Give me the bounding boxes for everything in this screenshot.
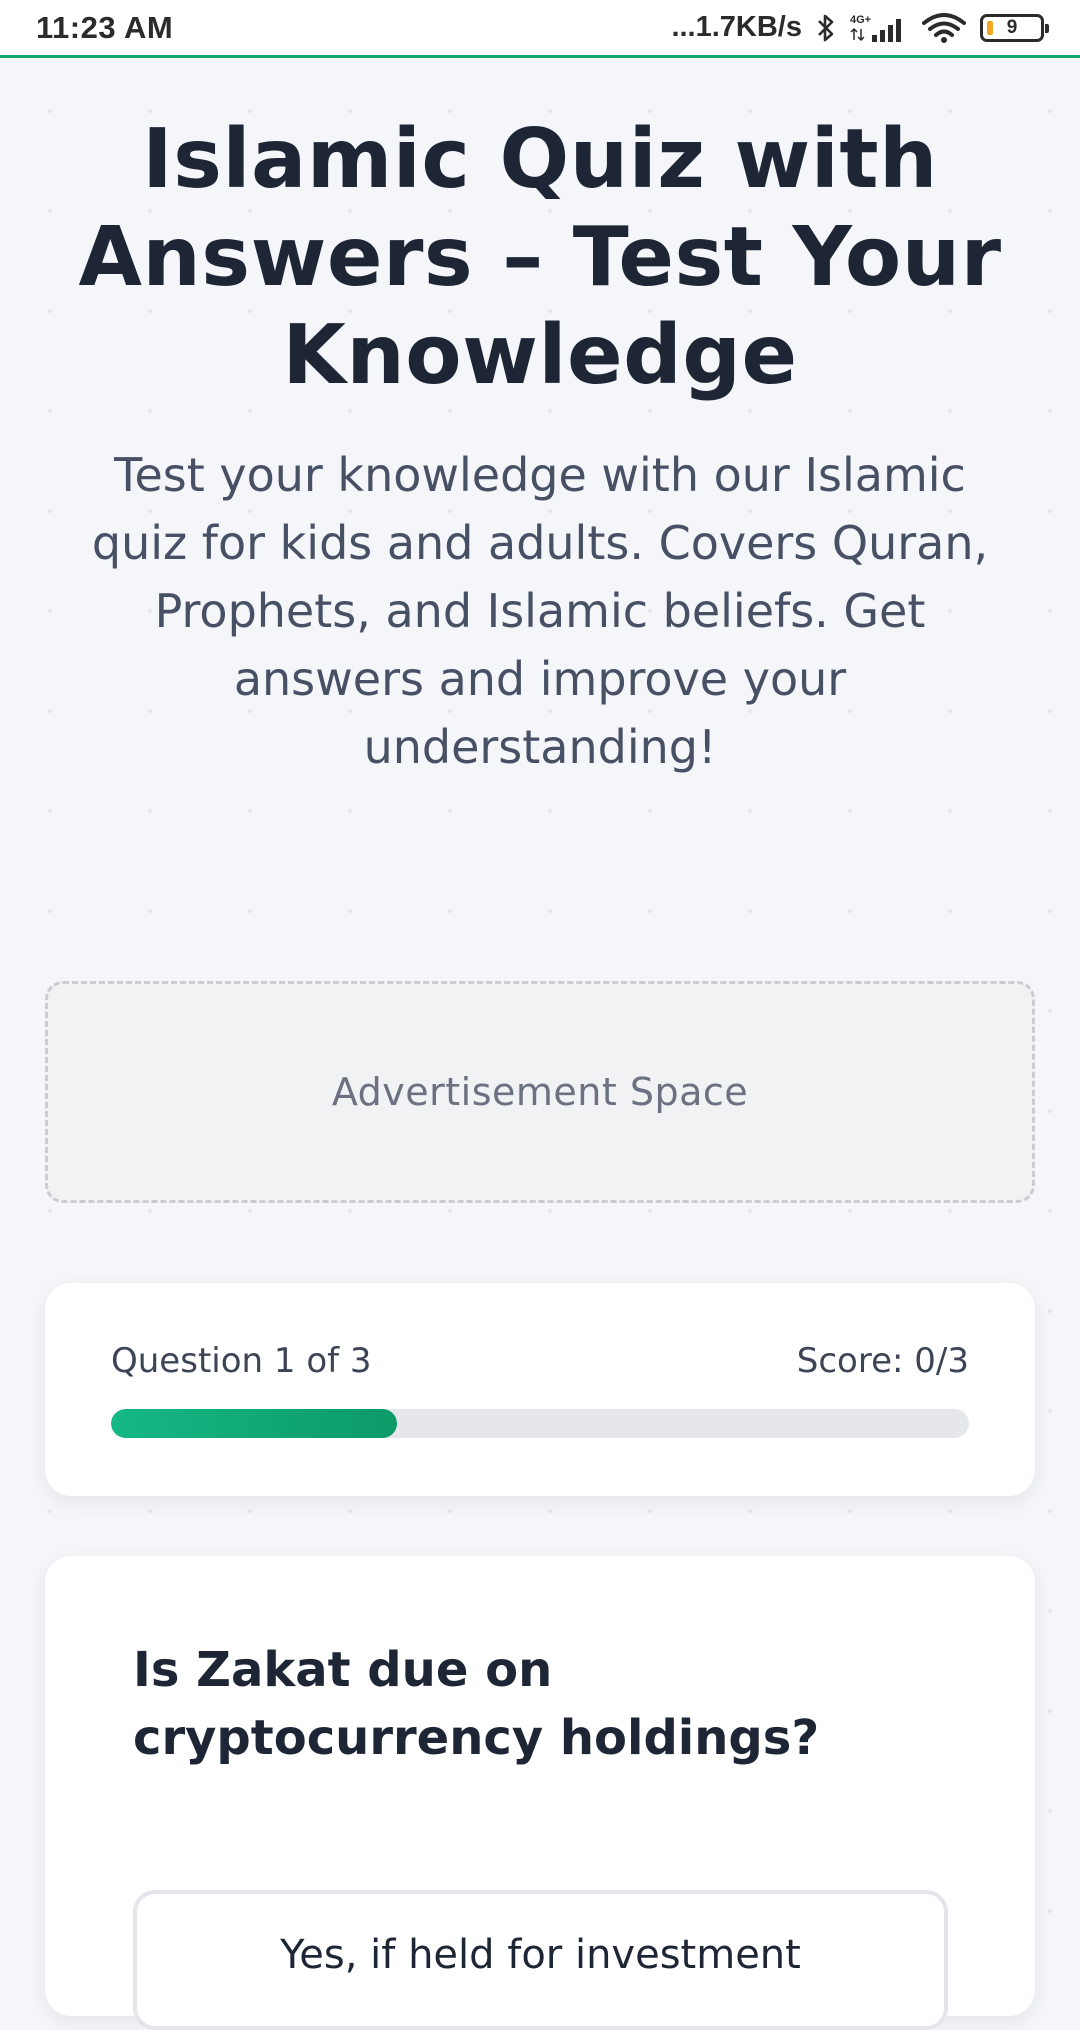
- page-content: Islamic Quiz with Answers – Test Your Kn…: [0, 61, 1080, 2030]
- advertisement-slot[interactable]: Advertisement Space: [45, 981, 1035, 1203]
- network-speed: ...1.7KB/s: [671, 11, 802, 43]
- bluetooth-icon: [816, 13, 836, 43]
- progress-track: [111, 1409, 969, 1438]
- signal-icon: 4G+: [850, 13, 908, 43]
- status-right: ...1.7KB/s 4G+ 9: [671, 11, 1049, 44]
- page-title: Islamic Quiz with Answers – Test Your Kn…: [78, 112, 1002, 403]
- wifi-icon: [922, 12, 966, 43]
- question-card: Is Zakat due on cryptocurrency holdings?…: [45, 1556, 1035, 2030]
- score-counter: Score: 0/3: [796, 1341, 969, 1381]
- status-time: 11:23 AM: [36, 9, 174, 45]
- answer-option-label: Yes, if held for investment: [280, 1932, 801, 1978]
- question-counter: Question 1 of 3: [111, 1341, 372, 1381]
- battery-icon: 9: [980, 13, 1049, 42]
- progress-fill: [111, 1409, 397, 1438]
- status-bar: 11:23 AM ...1.7KB/s 4G+ 9: [0, 0, 1080, 58]
- question-text: Is Zakat due on cryptocurrency holdings?: [133, 1642, 820, 1766]
- network-type: 4G+: [850, 14, 871, 26]
- page-subtitle: Test your knowledge with our Islamic qui…: [91, 448, 989, 774]
- answer-option[interactable]: Yes, if held for investment: [133, 1890, 948, 2030]
- progress-card: Question 1 of 3 Score: 0/3: [45, 1283, 1035, 1496]
- progress-header: Question 1 of 3 Score: 0/3: [111, 1341, 969, 1381]
- battery-level: 9: [1006, 16, 1018, 38]
- advertisement-label: Advertisement Space: [331, 1070, 749, 1114]
